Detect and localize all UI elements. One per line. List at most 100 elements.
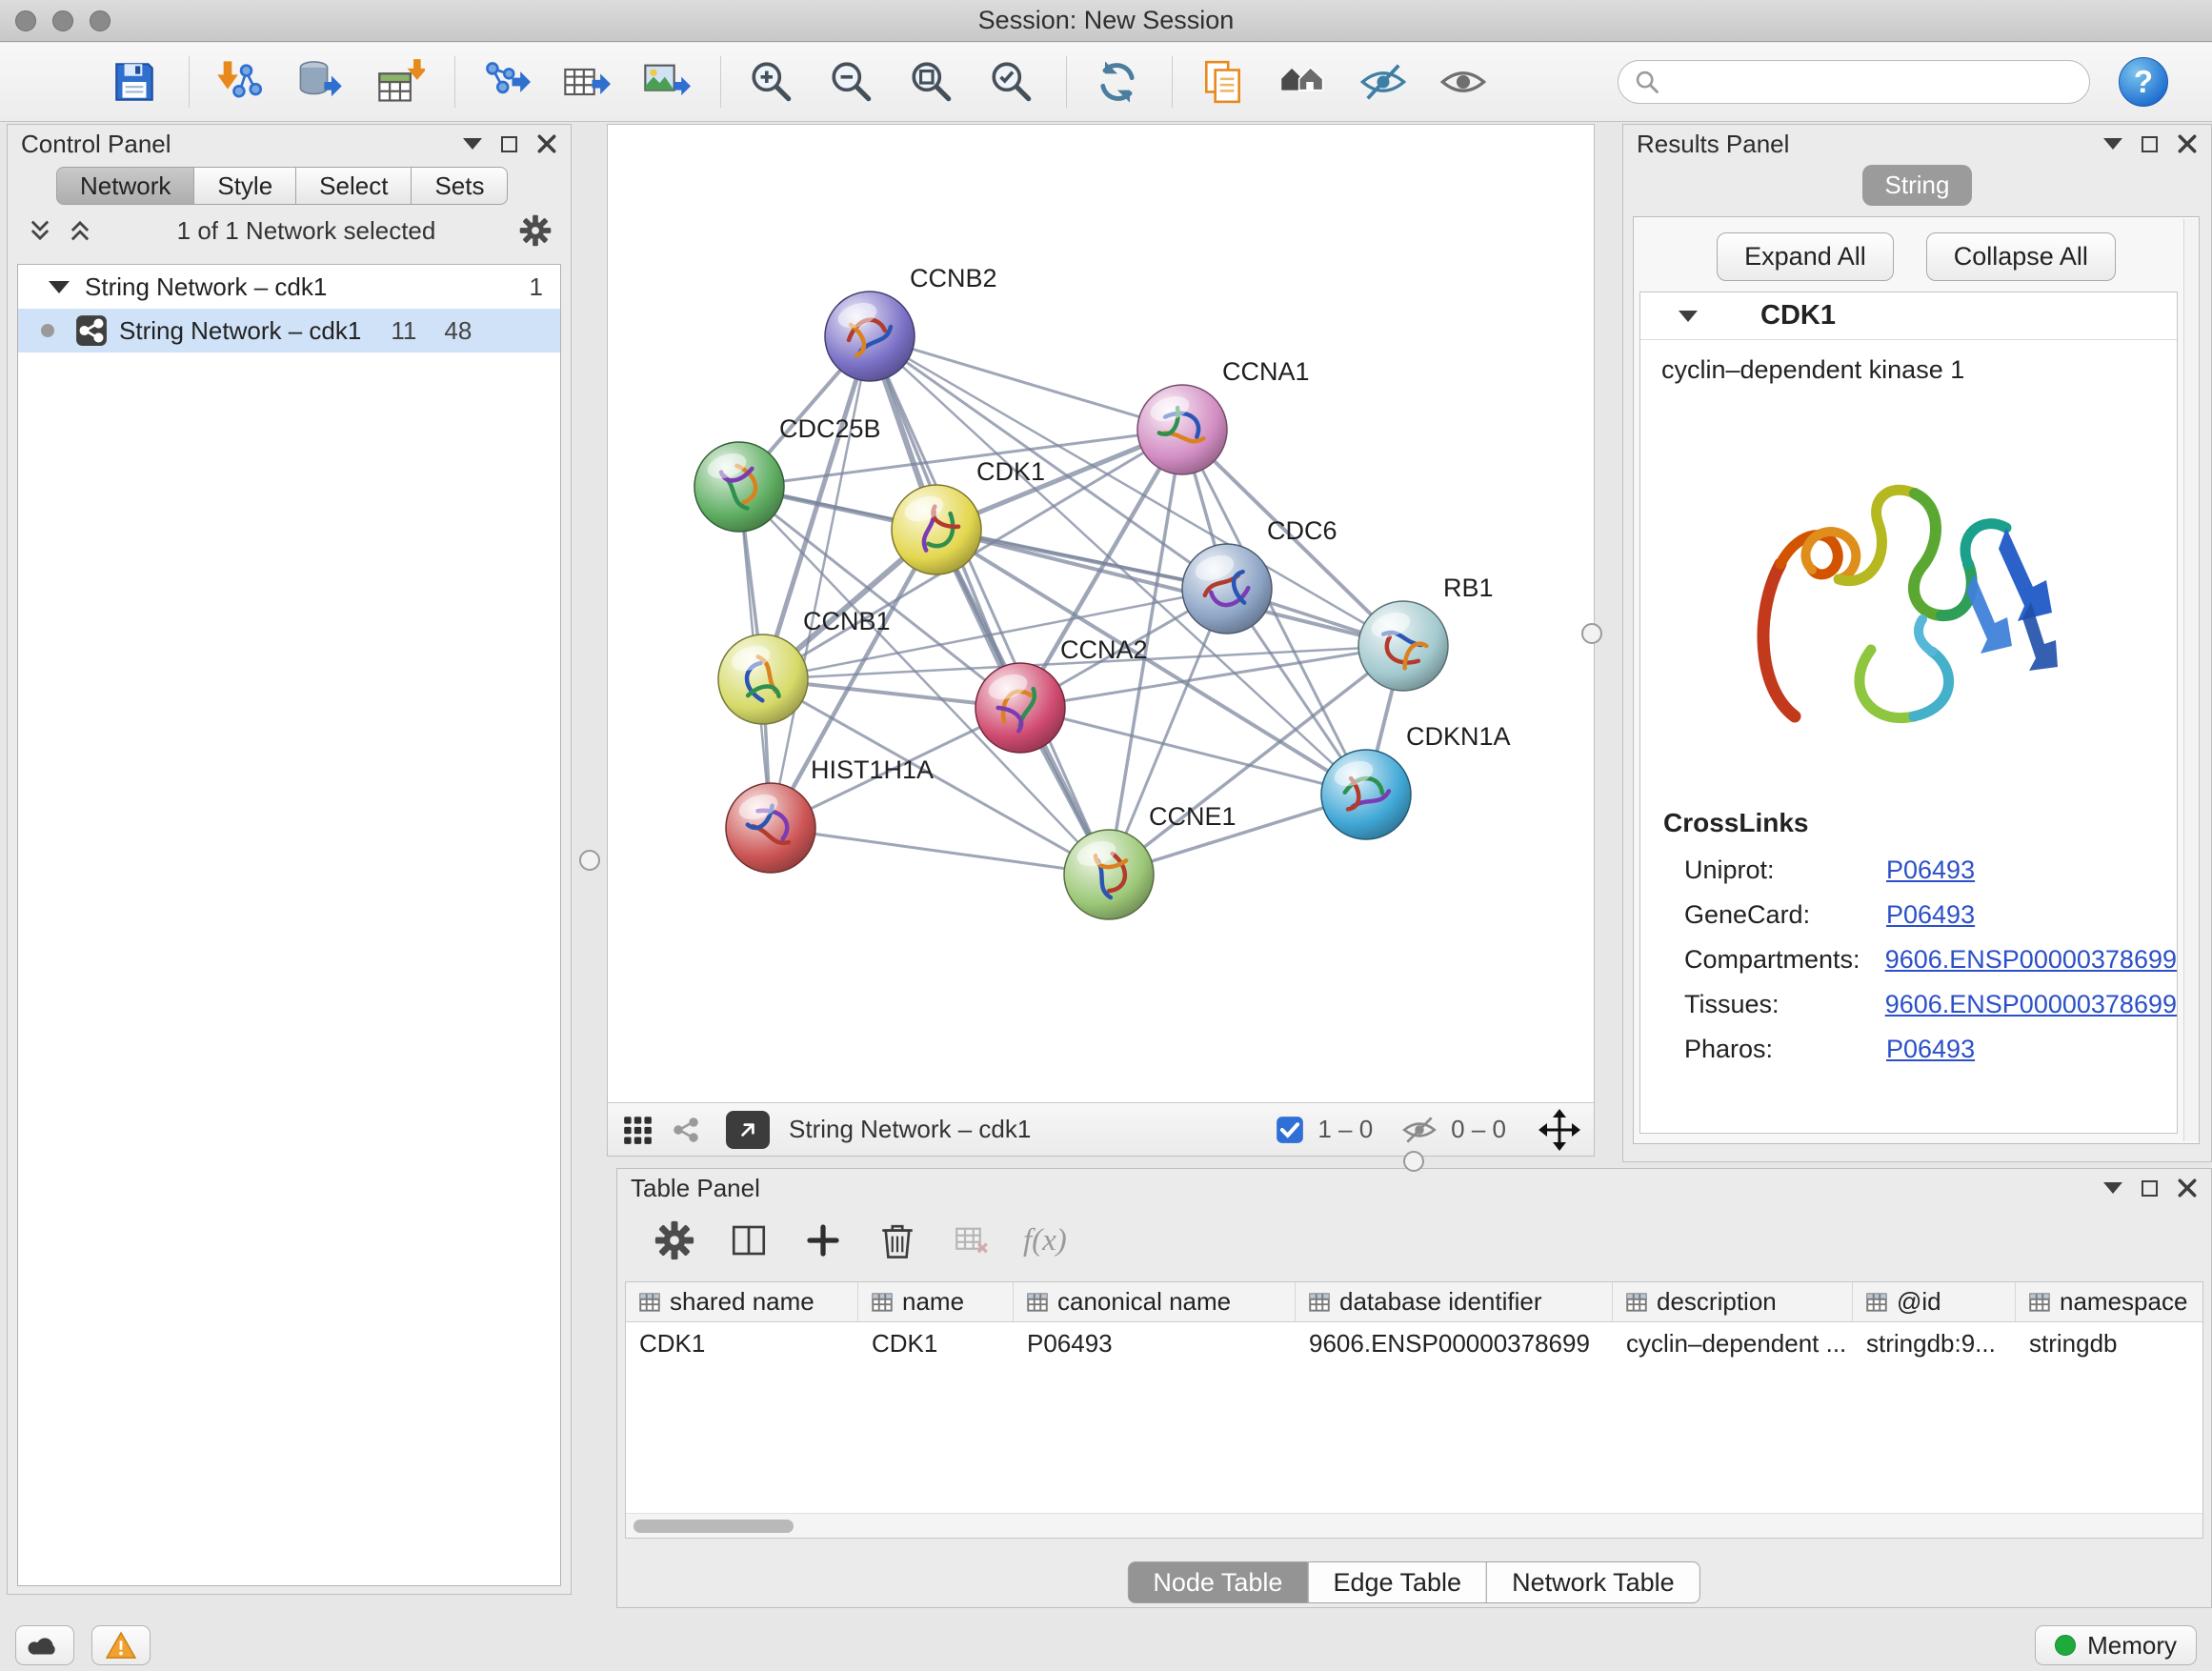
- scrollbar-thumb[interactable]: [633, 1520, 794, 1533]
- search-box[interactable]: [1618, 60, 2090, 104]
- crosslink-uniprot-link[interactable]: P06493: [1886, 856, 1975, 885]
- tab-select[interactable]: Select: [295, 167, 412, 205]
- hide-selected-button[interactable]: [1354, 52, 1413, 111]
- network-node-CCNA1[interactable]: CCNA1: [1137, 357, 1310, 474]
- network-node-CCNB2[interactable]: CCNB2: [825, 264, 997, 381]
- close-panel-icon[interactable]: [536, 133, 557, 154]
- network-canvas[interactable]: CCNB2CCNA1CDC25BCDK1CDC6RB1CCNB1CCNA2CDK…: [608, 125, 1594, 1102]
- column-header-description[interactable]: description: [1613, 1282, 1853, 1321]
- tab-sets[interactable]: Sets: [411, 167, 508, 205]
- zoom-in-button[interactable]: [742, 52, 801, 111]
- tab-network[interactable]: Network: [56, 167, 194, 205]
- crosslink-tissues-link[interactable]: 9606.ENSP00000378699: [1885, 990, 2177, 1019]
- collapse-all-networks-icon[interactable]: [67, 217, 93, 244]
- network-edge[interactable]: [771, 336, 870, 828]
- window-zoom-button[interactable]: [90, 10, 111, 31]
- import-table-from-file-button[interactable]: [371, 52, 430, 111]
- table-row[interactable]: CDK1 CDK1 P06493 9606.ENSP00000378699 cy…: [626, 1322, 2202, 1364]
- horizontal-scrollbar[interactable]: [626, 1513, 2202, 1538]
- column-header-id[interactable]: @id: [1853, 1282, 2016, 1321]
- table-settings-gear-icon[interactable]: [652, 1218, 697, 1263]
- network-edge[interactable]: [1020, 708, 1366, 795]
- first-neighbors-button[interactable]: [1274, 52, 1333, 111]
- import-network-from-file-button[interactable]: [211, 52, 270, 111]
- pan-crosshair-icon[interactable]: [1538, 1109, 1580, 1151]
- splitter-handle-horizontal[interactable]: [1403, 1151, 1424, 1172]
- panel-menu-icon[interactable]: [463, 138, 482, 150]
- float-panel-icon[interactable]: [2142, 1180, 2158, 1197]
- show-all-button[interactable]: [1434, 52, 1493, 111]
- panel-menu-icon[interactable]: [2103, 138, 2122, 150]
- crosslink-compartments-link[interactable]: 9606.ENSP00000378699: [1885, 945, 2177, 975]
- import-network-from-database-button[interactable]: [291, 52, 350, 111]
- cell-canonical-name[interactable]: P06493: [1014, 1322, 1296, 1364]
- collapse-section-icon[interactable]: [1679, 311, 1698, 322]
- export-network-button[interactable]: [476, 52, 535, 111]
- splitter-handle-right[interactable]: [1581, 623, 1602, 644]
- save-session-button[interactable]: [105, 52, 164, 111]
- tab-node-table[interactable]: Node Table: [1127, 1561, 1308, 1603]
- network-share-icon[interactable]: [671, 1115, 701, 1145]
- network-node-CCNA2[interactable]: CCNA2: [975, 635, 1148, 753]
- string-tab-badge[interactable]: String: [1862, 165, 1973, 206]
- open-session-button[interactable]: [25, 52, 84, 111]
- network-edge[interactable]: [870, 336, 1182, 430]
- function-builder-icon[interactable]: f(x): [1023, 1223, 1067, 1258]
- search-input[interactable]: [1670, 68, 2074, 97]
- cloud-button[interactable]: [15, 1625, 74, 1665]
- expand-all-button[interactable]: Expand All: [1717, 232, 1894, 281]
- help-button[interactable]: ?: [2119, 57, 2168, 107]
- crosslink-genecard-link[interactable]: P06493: [1886, 900, 1975, 930]
- cell-description[interactable]: cyclin–dependent ...: [1613, 1322, 1853, 1364]
- crosslink-pharos-link[interactable]: P06493: [1886, 1035, 1975, 1064]
- network-collection-row[interactable]: String Network – cdk1 1: [18, 265, 560, 309]
- create-column-plus-icon[interactable]: [800, 1218, 846, 1263]
- network-options-gear-icon[interactable]: [519, 214, 552, 247]
- export-table-button[interactable]: [556, 52, 615, 111]
- column-header-database-identifier[interactable]: database identifier: [1296, 1282, 1613, 1321]
- tab-style[interactable]: Style: [193, 167, 296, 205]
- float-panel-icon[interactable]: [501, 136, 517, 152]
- disclosure-triangle-icon[interactable]: [49, 281, 70, 293]
- network-node-RB1[interactable]: RB1: [1358, 574, 1494, 691]
- hidden-eye-slash-icon[interactable]: [1401, 1116, 1438, 1144]
- cell-database-identifier[interactable]: 9606.ENSP00000378699: [1296, 1322, 1613, 1364]
- zoom-selected-button[interactable]: [982, 52, 1041, 111]
- window-minimize-button[interactable]: [52, 10, 73, 31]
- clone-network-button[interactable]: [1194, 52, 1253, 111]
- network-node-HIST1H1A[interactable]: HIST1H1A: [726, 755, 934, 873]
- column-header-namespace[interactable]: namespace: [2016, 1282, 2203, 1321]
- zoom-fit-content-button[interactable]: [902, 52, 961, 111]
- tab-edge-table[interactable]: Edge Table: [1307, 1561, 1487, 1603]
- column-header-canonical-name[interactable]: canonical name: [1014, 1282, 1296, 1321]
- memory-button[interactable]: Memory: [2035, 1625, 2197, 1665]
- splitter-handle-left[interactable]: [579, 850, 600, 871]
- cell-namespace[interactable]: stringdb: [2016, 1322, 2203, 1364]
- selected-checkbox-icon[interactable]: [1276, 1116, 1304, 1144]
- panel-menu-icon[interactable]: [2103, 1182, 2122, 1194]
- apply-layout-button[interactable]: [1088, 52, 1147, 111]
- results-scrollbar[interactable]: [2183, 219, 2198, 1141]
- network-node-CCNB1[interactable]: CCNB1: [718, 607, 891, 724]
- cell-id[interactable]: stringdb:9...: [1853, 1322, 2016, 1364]
- network-node-CDKN1A[interactable]: CDKN1A: [1321, 722, 1511, 839]
- network-edge[interactable]: [771, 828, 1109, 875]
- export-image-button[interactable]: [636, 52, 695, 111]
- tab-network-table[interactable]: Network Table: [1486, 1561, 1700, 1603]
- zoom-out-button[interactable]: [822, 52, 881, 111]
- show-columns-icon[interactable]: [726, 1218, 772, 1263]
- expand-all-networks-icon[interactable]: [27, 217, 53, 244]
- window-close-button[interactable]: [15, 10, 36, 31]
- delete-column-trash-icon[interactable]: [875, 1218, 920, 1263]
- cell-name[interactable]: CDK1: [858, 1322, 1014, 1364]
- cell-shared-name[interactable]: CDK1: [626, 1322, 858, 1364]
- network-edge[interactable]: [870, 336, 1109, 875]
- collapse-all-button[interactable]: Collapse All: [1926, 232, 2116, 281]
- column-header-shared-name[interactable]: shared name: [626, 1282, 858, 1321]
- close-panel-icon[interactable]: [2177, 133, 2198, 154]
- close-panel-icon[interactable]: [2177, 1178, 2198, 1198]
- float-panel-icon[interactable]: [2142, 136, 2158, 152]
- network-row-selected[interactable]: String Network – cdk1 11 48: [18, 309, 560, 352]
- network-edge[interactable]: [1109, 589, 1227, 875]
- birdseye-view-icon[interactable]: [621, 1114, 654, 1146]
